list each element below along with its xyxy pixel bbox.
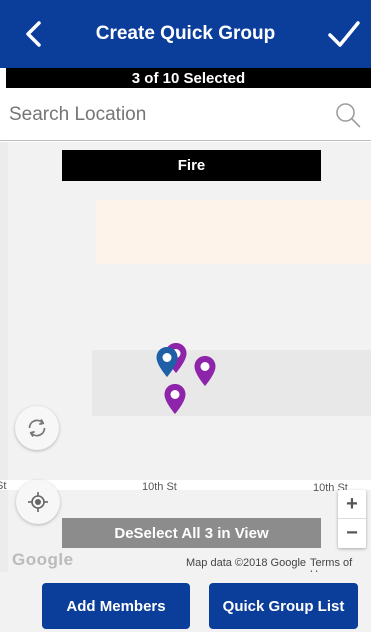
- footer-bar: Add Members Quick Group List: [0, 572, 371, 632]
- page-title: Create Quick Group: [95, 23, 276, 44]
- map-area-edge: [0, 142, 8, 572]
- map-building-block: [92, 350, 371, 416]
- map-pin-icon[interactable]: [155, 346, 179, 378]
- quick-group-list-label: Quick Group List: [222, 597, 345, 615]
- add-members-label: Add Members: [66, 597, 166, 615]
- zoom-controls: + −: [338, 490, 366, 548]
- app-header: Create Quick Group: [0, 0, 371, 68]
- checkmark-icon[interactable]: [327, 18, 361, 50]
- selection-count-text: 3 of 10 Selected: [131, 69, 246, 87]
- refresh-button[interactable]: [15, 406, 59, 450]
- search-icon[interactable]: [335, 102, 361, 128]
- map-view[interactable]: 10th St 10th St St Fire: [0, 142, 371, 572]
- terms-of-use-link[interactable]: Terms of Use: [310, 557, 371, 572]
- map-pin-icon[interactable]: [193, 355, 217, 387]
- map-building-block: [96, 200, 371, 264]
- my-location-icon: [28, 492, 48, 512]
- deselect-all-button[interactable]: DeSelect All 3 in View: [62, 518, 321, 548]
- deselect-all-label: DeSelect All 3 in View: [114, 524, 269, 542]
- google-logo: Google: [12, 550, 74, 569]
- map-data-credit: Map data ©2018 Google: [186, 557, 307, 569]
- search-bar: [0, 88, 371, 141]
- selection-count-bar: 3 of 10 Selected: [6, 68, 371, 88]
- street-label: 10th St: [142, 481, 177, 493]
- search-location-input[interactable]: [9, 100, 329, 130]
- add-members-button[interactable]: Add Members: [42, 583, 190, 629]
- map-pin-icon[interactable]: [163, 383, 187, 415]
- quick-group-list-button[interactable]: Quick Group List: [209, 583, 358, 629]
- my-location-button[interactable]: [16, 480, 60, 524]
- refresh-icon: [28, 419, 46, 437]
- chevron-left-icon[interactable]: [20, 20, 48, 48]
- category-label: Fire: [62, 150, 321, 181]
- category-label-text: Fire: [177, 157, 206, 174]
- street-label: St: [0, 480, 7, 492]
- zoom-out-button[interactable]: −: [338, 519, 366, 548]
- zoom-in-button[interactable]: +: [338, 490, 366, 519]
